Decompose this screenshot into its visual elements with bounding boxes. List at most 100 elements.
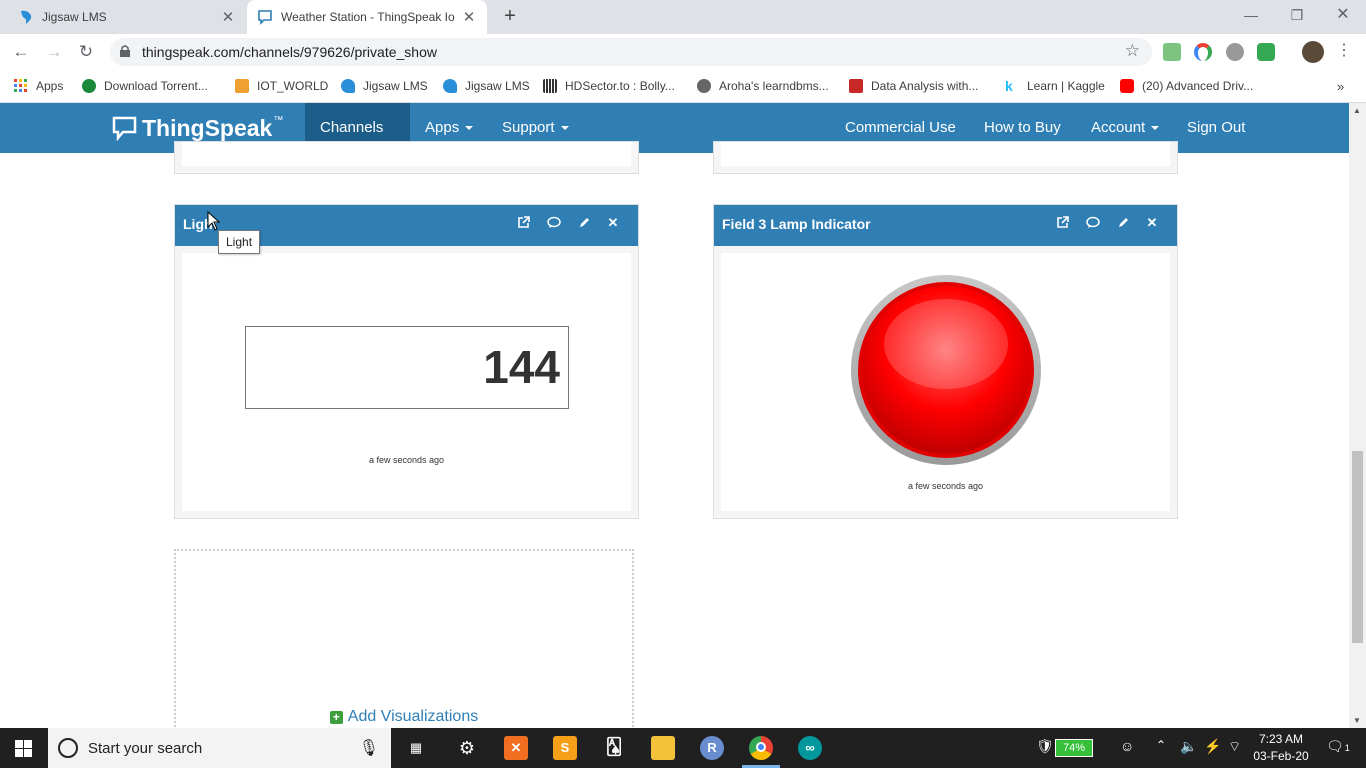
people-icon[interactable]: ☺ <box>1120 738 1134 754</box>
r-app-icon[interactable]: R <box>700 736 724 760</box>
close-tab-icon[interactable]: ✕ <box>220 8 236 26</box>
file-explorer-icon[interactable] <box>651 736 675 760</box>
caret-down-icon <box>465 126 474 131</box>
bookmark-hdsector[interactable]: HDSector.to : Bolly... <box>543 77 675 95</box>
notifications-icon[interactable]: 🗨1 <box>1326 738 1350 755</box>
thingspeak-tab-icon <box>257 9 273 25</box>
more-bookmarks-icon[interactable]: » <box>1337 77 1344 95</box>
panel-body <box>182 142 631 166</box>
start-button[interactable] <box>0 728 48 768</box>
taskbar-search-box[interactable]: Start your search 🎙 <box>48 728 391 768</box>
settings-gear-icon[interactable]: ⚙ <box>455 736 479 760</box>
bookmark-label: Aroha's learndbms... <box>719 79 829 93</box>
nav-channels-label: Channels <box>320 119 384 136</box>
extension-icon[interactable] <box>1163 43 1181 61</box>
tooltip: Light <box>218 230 261 254</box>
nav-sign-out[interactable]: Sign Out <box>1172 103 1260 153</box>
bookmark-apps[interactable]: Apps <box>14 77 63 95</box>
extension-cloud-icon[interactable] <box>1226 43 1244 61</box>
bookmark-label: IOT_WORLD <box>257 79 329 93</box>
previous-widget-bottom <box>174 141 639 174</box>
bookmark-download-torrent[interactable]: Download Torrent... <box>82 77 208 95</box>
wifi-icon[interactable]: ⌔ <box>1228 738 1241 756</box>
logo-trademark: ™ <box>273 114 284 126</box>
folder-icon <box>235 79 249 93</box>
close-icon[interactable]: ✕ <box>1145 216 1159 230</box>
task-view-icon[interactable]: ▦ <box>404 736 428 760</box>
scroll-down-icon[interactable]: ▼ <box>1353 716 1361 725</box>
bookmark-label: HDSector.to : Bolly... <box>565 79 675 93</box>
bookmark-jigsaw-lms-1[interactable]: Jigsaw LMS <box>341 77 428 95</box>
add-visualizations-label: Add Visualizations <box>347 708 479 725</box>
mouse-cursor-icon <box>207 211 221 231</box>
page-content: ThingSpeak ™ Channels Apps Support Commer… <box>0 103 1349 728</box>
chrome-icon[interactable] <box>749 736 773 760</box>
scrollbar-thumb[interactable] <box>1352 451 1363 643</box>
extension-rainbow-icon[interactable] <box>1194 43 1212 61</box>
external-link-icon[interactable] <box>1055 216 1069 230</box>
bookmark-kaggle[interactable]: k Learn | Kaggle <box>1005 77 1105 95</box>
bookmarks-bar: Apps Download Torrent... IOT_WORLD Jigsa… <box>0 70 1366 103</box>
widget-body: a few seconds ago <box>721 253 1170 511</box>
volume-icon[interactable]: 🔈 <box>1180 738 1197 755</box>
bookmark-star-icon[interactable]: ☆ <box>1125 41 1140 61</box>
tab-thingspeak[interactable]: Weather Station - ThingSpeak Io ✕ <box>247 0 487 34</box>
notification-count: 1 <box>1344 743 1350 753</box>
clock-date: 03-Feb-20 <box>1253 749 1309 763</box>
widget-header: Field 3 Lamp Indicator ✕ <box>714 205 1177 246</box>
bookmark-label: (20) Advanced Driv... <box>1142 79 1254 93</box>
xampp-icon[interactable]: ✕ <box>504 736 528 760</box>
comment-icon[interactable] <box>547 216 561 230</box>
system-clock[interactable]: 7:23 AM 03-Feb-20 <box>1248 731 1314 765</box>
reload-icon[interactable]: ↻ <box>75 42 97 64</box>
logo-text: ThingSpeak <box>142 114 273 141</box>
edit-pencil-icon[interactable] <box>577 216 591 230</box>
close-tab-icon[interactable]: ✕ <box>461 8 477 26</box>
nav-apps-label: Apps <box>425 119 460 136</box>
apps-grid-icon <box>14 79 28 93</box>
external-link-icon[interactable] <box>516 216 530 230</box>
bookmark-youtube[interactable]: (20) Advanced Driv... <box>1120 77 1253 95</box>
add-visualizations-link[interactable]: + Add Visualizations <box>176 708 632 726</box>
page-scrollbar[interactable]: ▲ ▼ <box>1349 103 1366 728</box>
bookmark-jigsaw-lms-2[interactable]: Jigsaw LMS <box>443 77 530 95</box>
windows-logo-icon <box>15 740 32 757</box>
solitaire-icon[interactable]: 🂡 <box>602 736 626 760</box>
hdsector-icon <box>543 79 557 93</box>
lock-icon <box>120 45 130 57</box>
bookmark-aroha[interactable]: Aroha's learndbms... <box>697 77 829 95</box>
bookmark-data-analysis[interactable]: Data Analysis with... <box>849 77 978 95</box>
restore-icon[interactable]: ❐ <box>1284 4 1310 26</box>
caret-down-icon <box>560 126 569 131</box>
bookmark-label: Jigsaw LMS <box>363 79 428 93</box>
defender-shield-icon[interactable]: 🛡 <box>1036 738 1054 755</box>
bookmark-label: Data Analysis with... <box>871 79 979 93</box>
lamp-indicator-widget: Field 3 Lamp Indicator ✕ a few seconds a… <box>713 204 1178 519</box>
battery-indicator[interactable]: 74% <box>1055 739 1093 757</box>
thingspeak-logo[interactable]: ThingSpeak ™ <box>112 113 283 143</box>
chevron-up-icon[interactable]: ⌃ <box>1156 738 1166 752</box>
menu-icon[interactable]: ⋮ <box>1333 41 1355 63</box>
avatar[interactable] <box>1302 41 1324 63</box>
arduino-icon[interactable]: ∞ <box>798 736 822 760</box>
extension-shield-icon[interactable] <box>1257 43 1275 61</box>
back-icon[interactable]: ← <box>10 42 32 64</box>
new-tab-button[interactable]: + <box>498 5 522 29</box>
edit-pencil-icon[interactable] <box>1116 216 1130 230</box>
scroll-up-icon[interactable]: ▲ <box>1353 106 1361 115</box>
bookmark-label: Jigsaw LMS <box>465 79 530 93</box>
tab-jigsaw-lms[interactable]: Jigsaw LMS ✕ <box>8 0 246 34</box>
power-plug-icon[interactable]: ⚡ <box>1204 738 1221 755</box>
url-text: thingspeak.com/channels/979626/private_s… <box>142 44 437 60</box>
comment-icon[interactable] <box>1086 216 1100 230</box>
bookmark-label: Apps <box>36 79 64 93</box>
address-bar[interactable]: thingspeak.com/channels/979626/private_s… <box>110 38 1152 66</box>
close-icon[interactable]: ✕ <box>606 216 620 230</box>
minimize-icon[interactable]: — <box>1238 4 1264 26</box>
microphone-icon[interactable]: 🎙 <box>359 738 379 758</box>
bookmark-iot-world[interactable]: IOT_WORLD <box>235 77 328 95</box>
sublime-text-icon[interactable]: S <box>553 736 577 760</box>
nav-support-label: Support <box>502 119 555 136</box>
close-window-icon[interactable]: ✕ <box>1330 4 1356 26</box>
forward-icon[interactable]: → <box>43 42 65 64</box>
